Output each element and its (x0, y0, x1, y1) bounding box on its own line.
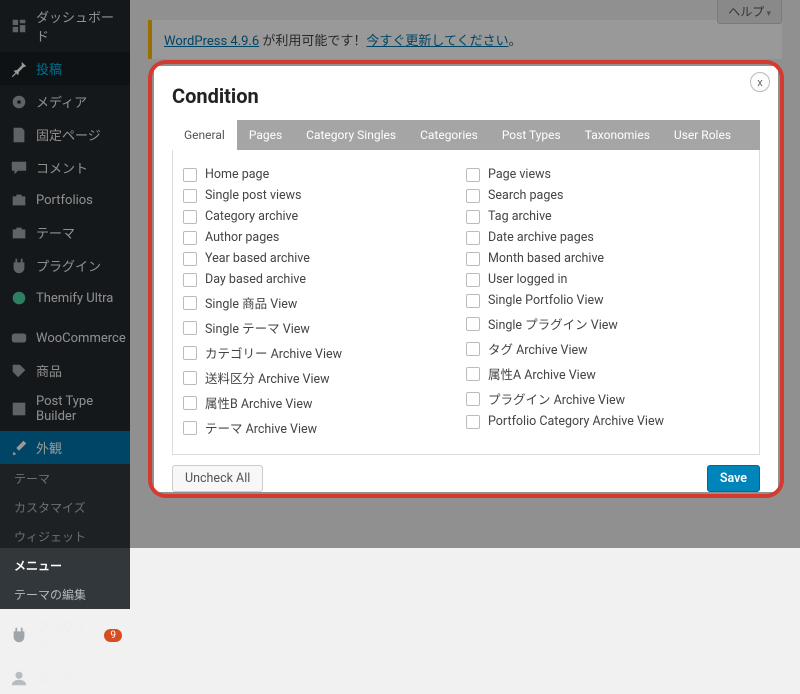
modal-title: Condition (172, 84, 760, 108)
tab-panel-general: Home page Single post views Category archi… (172, 150, 760, 455)
condition-option[interactable]: プラグイン Archive View (466, 386, 749, 411)
checkbox[interactable] (466, 252, 480, 266)
update-count-badge: 9 (104, 629, 122, 642)
checkbox[interactable] (466, 210, 480, 224)
condition-option-label: Tag archive (488, 209, 552, 224)
checkbox[interactable] (183, 231, 197, 245)
checkbox[interactable] (183, 252, 197, 266)
checkbox[interactable] (466, 392, 480, 406)
condition-option-label: タグ Archive View (488, 339, 588, 358)
checkbox-column-right: Page views Search pages Tag archive Date ar… (466, 164, 749, 440)
condition-option-label: Portfolio Category Archive View (488, 414, 664, 429)
checkbox[interactable] (466, 415, 480, 429)
sidebar-item-users[interactable]: ユーザー (0, 661, 130, 694)
condition-option-label: Home page (205, 167, 269, 182)
sidebar-item-label: プラグイン (36, 616, 98, 654)
condition-option[interactable]: Author pages (183, 227, 466, 248)
checkbox[interactable] (466, 367, 480, 381)
checkbox[interactable] (466, 317, 480, 331)
checkbox[interactable] (183, 296, 197, 310)
condition-option-label: Single Portfolio View (488, 293, 604, 308)
tab-taxonomies[interactable]: Taxonomies (573, 120, 662, 150)
submenu-menus[interactable]: メニュー (0, 551, 130, 580)
condition-option[interactable]: 送料区分 Archive View (183, 365, 466, 390)
condition-option-label: 送料区分 Archive View (205, 368, 330, 387)
condition-option[interactable]: Day based archive (183, 269, 466, 290)
condition-option-label: 属性A Archive View (488, 364, 596, 383)
condition-option[interactable]: カテゴリー Archive View (183, 340, 466, 365)
condition-option[interactable]: Date archive pages (466, 227, 749, 248)
condition-option-label: Year based archive (205, 251, 310, 266)
checkbox-column-left: Home page Single post views Category archi… (183, 164, 466, 440)
checkbox[interactable] (183, 273, 197, 287)
checkbox[interactable] (183, 168, 197, 182)
condition-option[interactable]: Single post views (183, 185, 466, 206)
checkbox[interactable] (466, 273, 480, 287)
plugin-icon (10, 626, 28, 644)
modal-footer: Uncheck All Save (172, 455, 760, 492)
condition-option-label: Page views (488, 167, 551, 182)
condition-option-label: Search pages (488, 188, 563, 203)
tab-general[interactable]: General (172, 120, 237, 150)
condition-option[interactable]: Month based archive (466, 248, 749, 269)
condition-option[interactable]: User logged in (466, 269, 749, 290)
condition-option-label: Single プラグイン View (488, 314, 618, 333)
condition-option-label: 属性B Archive View (205, 393, 312, 412)
condition-option-label: プラグイン Archive View (488, 389, 625, 408)
condition-option[interactable]: Single テーマ View (183, 315, 466, 340)
condition-option-label: Month based archive (488, 251, 604, 266)
condition-option[interactable]: Category archive (183, 206, 466, 227)
uncheck-all-button[interactable]: Uncheck All (172, 465, 263, 492)
condition-option[interactable]: Search pages (466, 185, 749, 206)
tab-categories[interactable]: Categories (408, 120, 490, 150)
condition-option-label: Single post views (205, 188, 302, 203)
checkbox[interactable] (466, 294, 480, 308)
users-icon (10, 669, 28, 687)
condition-modal: x Condition General Pages Category Singl… (154, 66, 778, 492)
condition-option[interactable]: Single プラグイン View (466, 311, 749, 336)
close-button[interactable]: x (750, 72, 770, 92)
checkbox[interactable] (183, 210, 197, 224)
condition-option-label: Category archive (205, 209, 298, 224)
tab-post-types[interactable]: Post Types (490, 120, 573, 150)
checkbox[interactable] (183, 421, 197, 435)
condition-option-label: Single 商品 View (205, 293, 297, 312)
condition-option[interactable]: Year based archive (183, 248, 466, 269)
sidebar-item-label: ユーザー (36, 668, 88, 687)
condition-option-label: Day based archive (205, 272, 306, 287)
submenu-theme-editor[interactable]: テーマの編集 (0, 580, 130, 609)
tab-user-roles[interactable]: User Roles (662, 120, 743, 150)
checkbox[interactable] (466, 189, 480, 203)
condition-option-label: Author pages (205, 230, 279, 245)
checkbox[interactable] (183, 371, 197, 385)
condition-option[interactable]: テーマ Archive View (183, 415, 466, 440)
checkbox[interactable] (466, 231, 480, 245)
checkbox[interactable] (466, 342, 480, 356)
condition-option[interactable]: タグ Archive View (466, 336, 749, 361)
condition-option-label: カテゴリー Archive View (205, 343, 342, 362)
condition-tabs: General Pages Category Singles Categorie… (172, 120, 760, 150)
checkbox[interactable] (183, 321, 197, 335)
sidebar-item-plugins[interactable]: プラグイン 9 (0, 609, 130, 661)
condition-option[interactable]: Portfolio Category Archive View (466, 411, 749, 432)
condition-option-label: テーマ Archive View (205, 418, 317, 437)
condition-option[interactable]: Single 商品 View (183, 290, 466, 315)
save-button[interactable]: Save (707, 465, 760, 492)
condition-option-label: Date archive pages (488, 230, 594, 245)
condition-option[interactable]: 属性A Archive View (466, 361, 749, 386)
condition-option[interactable]: Home page (183, 164, 466, 185)
checkbox[interactable] (466, 168, 480, 182)
checkbox[interactable] (183, 189, 197, 203)
condition-modal-frame: x Condition General Pages Category Singl… (148, 60, 784, 498)
condition-option[interactable]: 属性B Archive View (183, 390, 466, 415)
checkbox[interactable] (183, 396, 197, 410)
checkbox[interactable] (183, 346, 197, 360)
condition-option-label: Single テーマ View (205, 318, 310, 337)
tab-pages[interactable]: Pages (237, 120, 294, 150)
condition-option[interactable]: Tag archive (466, 206, 749, 227)
condition-option[interactable]: Single Portfolio View (466, 290, 749, 311)
condition-option[interactable]: Page views (466, 164, 749, 185)
tab-category-singles[interactable]: Category Singles (294, 120, 408, 150)
condition-option-label: User logged in (488, 272, 567, 287)
